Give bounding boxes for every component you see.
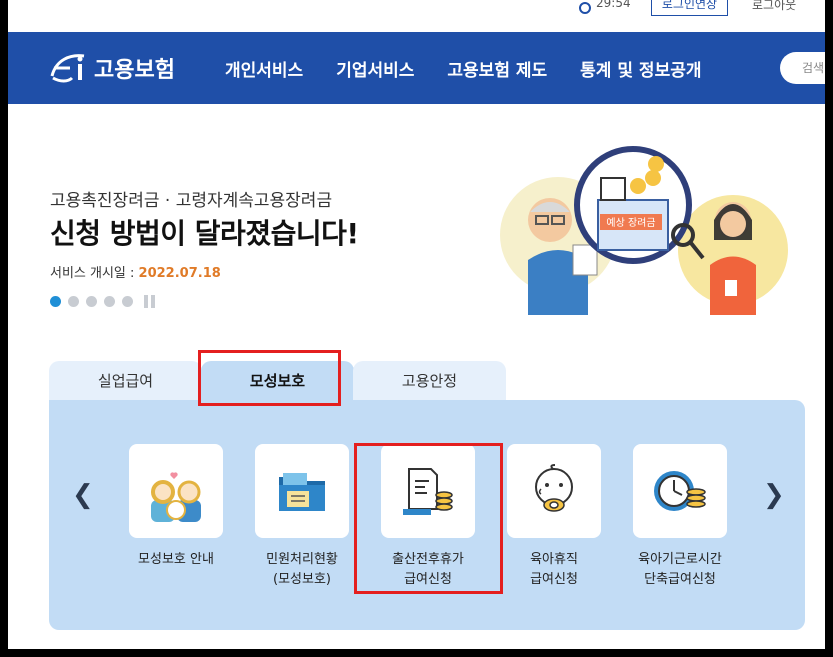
logo-text: 고용보험: [94, 58, 175, 83]
slide-dot[interactable]: [50, 296, 61, 307]
service-maternity-guide[interactable]: 모성보호 안내: [111, 444, 241, 570]
chevron-right-icon[interactable]: ❯: [763, 480, 785, 510]
site-logo[interactable]: 고용보험: [48, 50, 175, 86]
family-icon: [129, 444, 223, 538]
banner-date-label: 서비스 개시일 :: [50, 266, 139, 281]
highlight-box-tab: [198, 350, 341, 406]
service-label: 육아기근로시간 단축급여신청: [638, 552, 722, 587]
nav-insurance-system[interactable]: 고용보험 제도: [447, 56, 547, 81]
folder-icon: [255, 444, 349, 538]
slide-dot[interactable]: [68, 296, 79, 307]
baby-icon: [507, 444, 601, 538]
logo-mark-icon: [48, 50, 92, 86]
nav-statistics[interactable]: 통계 및 정보공개: [580, 56, 701, 81]
banner-title[interactable]: 신청 방법이 달라졌습니다!: [50, 212, 359, 252]
slide-dot[interactable]: [122, 296, 133, 307]
session-timer: 29:54: [596, 0, 631, 10]
tab-employment-stability[interactable]: 고용안정: [353, 361, 506, 401]
illustration-tag: 예상 장려금: [606, 217, 655, 229]
service-parental-leave-benefit[interactable]: 육아휴직 급여신청: [489, 444, 619, 590]
nav-business[interactable]: 기업서비스: [336, 56, 414, 81]
service-label: 육아휴직 급여신청: [530, 552, 578, 587]
banner-date: 서비스 개시일 : 2022.07.18: [50, 262, 221, 281]
slide-dot[interactable]: [104, 296, 115, 307]
tab-unemployment[interactable]: 실업급여: [49, 361, 202, 401]
slide-dot[interactable]: [86, 296, 97, 307]
banner-subtitle: 고용촉진장려금 · 고령자계속고용장려금: [50, 191, 333, 211]
clock-coins-icon: [633, 444, 727, 538]
pause-icon[interactable]: [144, 295, 158, 308]
search-input[interactable]: 검색: [780, 52, 825, 84]
global-header: 고용보험 개인서비스 기업서비스 고용보험 제도 통계 및 정보공개 검색: [8, 32, 825, 104]
service-complaint-status[interactable]: 민원처리현황 (모성보호): [237, 444, 367, 590]
slide-pager: [50, 295, 158, 308]
logout-link[interactable]: 로그아웃: [752, 0, 796, 13]
extend-session-button[interactable]: 로그인연장: [651, 0, 728, 16]
page-frame: 29:54 로그인연장 로그아웃 고용보험 개인서비스 기업서비스 고용보험 제…: [8, 0, 825, 649]
main-nav: 개인서비스 기업서비스 고용보험 제도 통계 및 정보공개: [225, 56, 735, 81]
service-label: 모성보호 안내: [138, 552, 214, 567]
clock-icon: [579, 2, 591, 14]
banner-illustration: 예상 장려금: [488, 140, 788, 320]
service-reduced-hours-benefit[interactable]: 육아기근로시간 단축급여신청: [615, 444, 745, 590]
service-label: 민원처리현황 (모성보호): [266, 552, 338, 587]
highlight-box-service: [354, 443, 503, 594]
nav-personal[interactable]: 개인서비스: [225, 56, 303, 81]
banner-date-value: 2022.07.18: [138, 266, 221, 281]
chevron-left-icon[interactable]: ❮: [72, 480, 94, 510]
utility-bar: 29:54 로그인연장 로그아웃: [8, 0, 825, 32]
